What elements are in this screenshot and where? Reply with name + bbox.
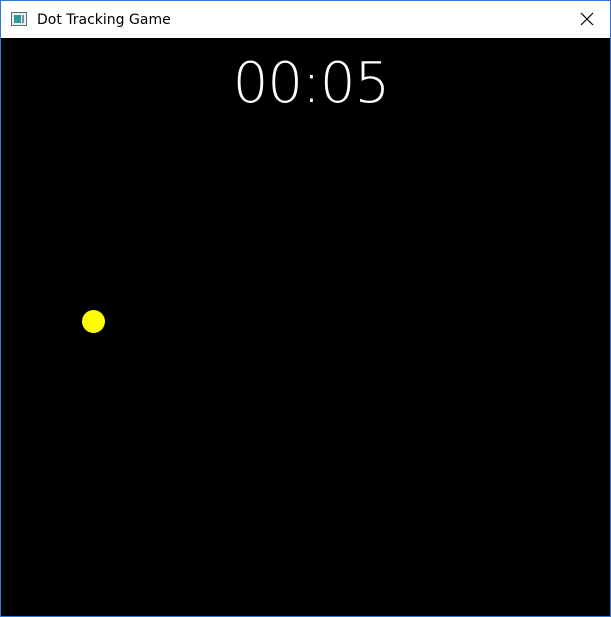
title-bar[interactable]: Dot Tracking Game	[1, 1, 610, 38]
timer-display: 00:05	[232, 51, 390, 116]
game-window: Dot Tracking Game 00:05	[0, 0, 611, 617]
app-window-icon	[11, 12, 27, 26]
close-icon	[580, 12, 594, 26]
close-button[interactable]	[564, 1, 610, 38]
target-dot[interactable]	[82, 310, 105, 333]
window-title: Dot Tracking Game	[37, 12, 171, 28]
game-canvas[interactable]: 00:05	[1, 38, 610, 616]
